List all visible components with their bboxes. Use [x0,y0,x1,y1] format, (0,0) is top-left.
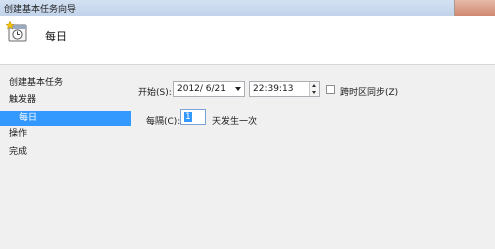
sync-timezone-checkbox[interactable] [326,85,335,94]
task-clock-icon [5,20,28,43]
start-time-picker[interactable]: 22:39:13 [249,81,320,97]
nav-step-label: 触发器 [9,95,37,105]
window-title: 创建基本任务向导 [4,5,77,15]
recur-interval-input[interactable]: 1 [180,109,206,125]
spin-up-icon[interactable] [311,82,318,89]
nav-step-daily[interactable]: 每日 [0,111,131,126]
page-title: 每日 [45,30,67,43]
nav-step-trigger[interactable]: 触发器 [0,93,36,108]
wizard-window: 创建基本任务向导 每日 创建基本任务 触发器 每日 操作 完成 开始(S): 2… [0,0,495,249]
sync-timezone-label[interactable]: 跨时区同步(Z) [340,85,398,98]
title-bar: 创建基本任务向导 [0,0,495,16]
nav-step-label: 创建基本任务 [9,78,64,88]
start-label: 开始(S): [138,88,172,98]
nav-step-action[interactable]: 操作 [0,127,27,142]
nav-step-label: 操作 [9,129,28,139]
recur-interval-label: 每隔(C): [146,117,181,127]
time-spinner [309,82,319,96]
nav-step-label: 完成 [9,147,28,157]
wizard-header: 每日 [0,16,495,65]
nav-step-label: 每日 [19,113,38,123]
start-date-value: 2012/ 6/21 [177,84,227,94]
start-date-picker[interactable]: 2012/ 6/21 [173,81,245,97]
start-time-value: 22:39:13 [253,84,294,94]
recur-interval-value: 1 [184,112,192,122]
close-button[interactable] [454,0,495,16]
nav-step-finish[interactable]: 完成 [0,145,27,160]
nav-step-create-basic-task[interactable]: 创建基本任务 [0,76,63,91]
recur-interval-suffix: 天发生一次 [212,117,258,127]
chevron-down-icon[interactable] [235,87,241,91]
spin-down-icon[interactable] [311,89,318,96]
